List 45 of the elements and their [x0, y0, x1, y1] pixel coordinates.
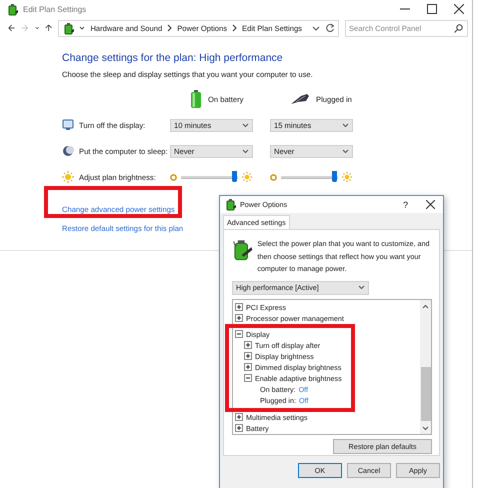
- battery-icon: [190, 89, 202, 109]
- slider-thumb[interactable]: [332, 170, 338, 182]
- power-icon: [224, 198, 236, 211]
- monitor-icon: [62, 119, 74, 131]
- slider-thumb[interactable]: [232, 170, 238, 182]
- collapse-icon[interactable]: [235, 330, 243, 338]
- power-icon: [6, 2, 18, 16]
- scroll-down-icon[interactable]: [422, 426, 429, 430]
- scrollbar[interactable]: [420, 300, 431, 434]
- chevron-down-icon: [342, 122, 349, 128]
- chevron-down-icon: [242, 148, 249, 154]
- close-icon[interactable]: [426, 200, 435, 209]
- bright-sun-icon: [342, 172, 352, 182]
- plan-heading: Change settings for the plan: High performance: [62, 52, 284, 64]
- dim-sun-icon: [270, 174, 277, 180]
- expand-icon[interactable]: [244, 341, 252, 349]
- dim-sun-icon: [170, 174, 177, 180]
- plug-icon: [290, 93, 310, 105]
- search-icon[interactable]: [454, 24, 463, 32]
- bright-sun-icon: [242, 172, 252, 182]
- power-icon: [62, 22, 74, 34]
- expand-icon[interactable]: [244, 363, 252, 371]
- maximize-icon[interactable]: [427, 4, 437, 14]
- close-icon[interactable]: [454, 4, 464, 14]
- collapse-icon[interactable]: [244, 374, 252, 382]
- scroll-up-icon[interactable]: [422, 304, 429, 308]
- chevron-icon: [167, 24, 172, 32]
- expand-icon[interactable]: [235, 424, 243, 432]
- scroll-thumb[interactable]: [420, 366, 430, 420]
- expand-icon[interactable]: [235, 303, 243, 311]
- chevron-down-icon: [358, 285, 365, 290]
- expand-icon[interactable]: [235, 314, 243, 322]
- chevron-down-icon: [242, 122, 249, 128]
- moon-icon: [62, 145, 74, 157]
- help-button[interactable]: ?: [402, 200, 408, 210]
- refresh-icon[interactable]: [324, 23, 335, 33]
- expand-icon[interactable]: [235, 413, 243, 421]
- expand-icon[interactable]: [244, 352, 252, 360]
- window-title: Edit Plan Settings: [23, 4, 86, 14]
- power-icon: [232, 238, 254, 262]
- up-arrow-icon[interactable]: [45, 23, 52, 33]
- sun-icon: [62, 171, 74, 183]
- chevron-down-icon: [342, 148, 349, 154]
- chevron-icon: [232, 24, 238, 32]
- back-arrow-icon[interactable]: [8, 23, 16, 33]
